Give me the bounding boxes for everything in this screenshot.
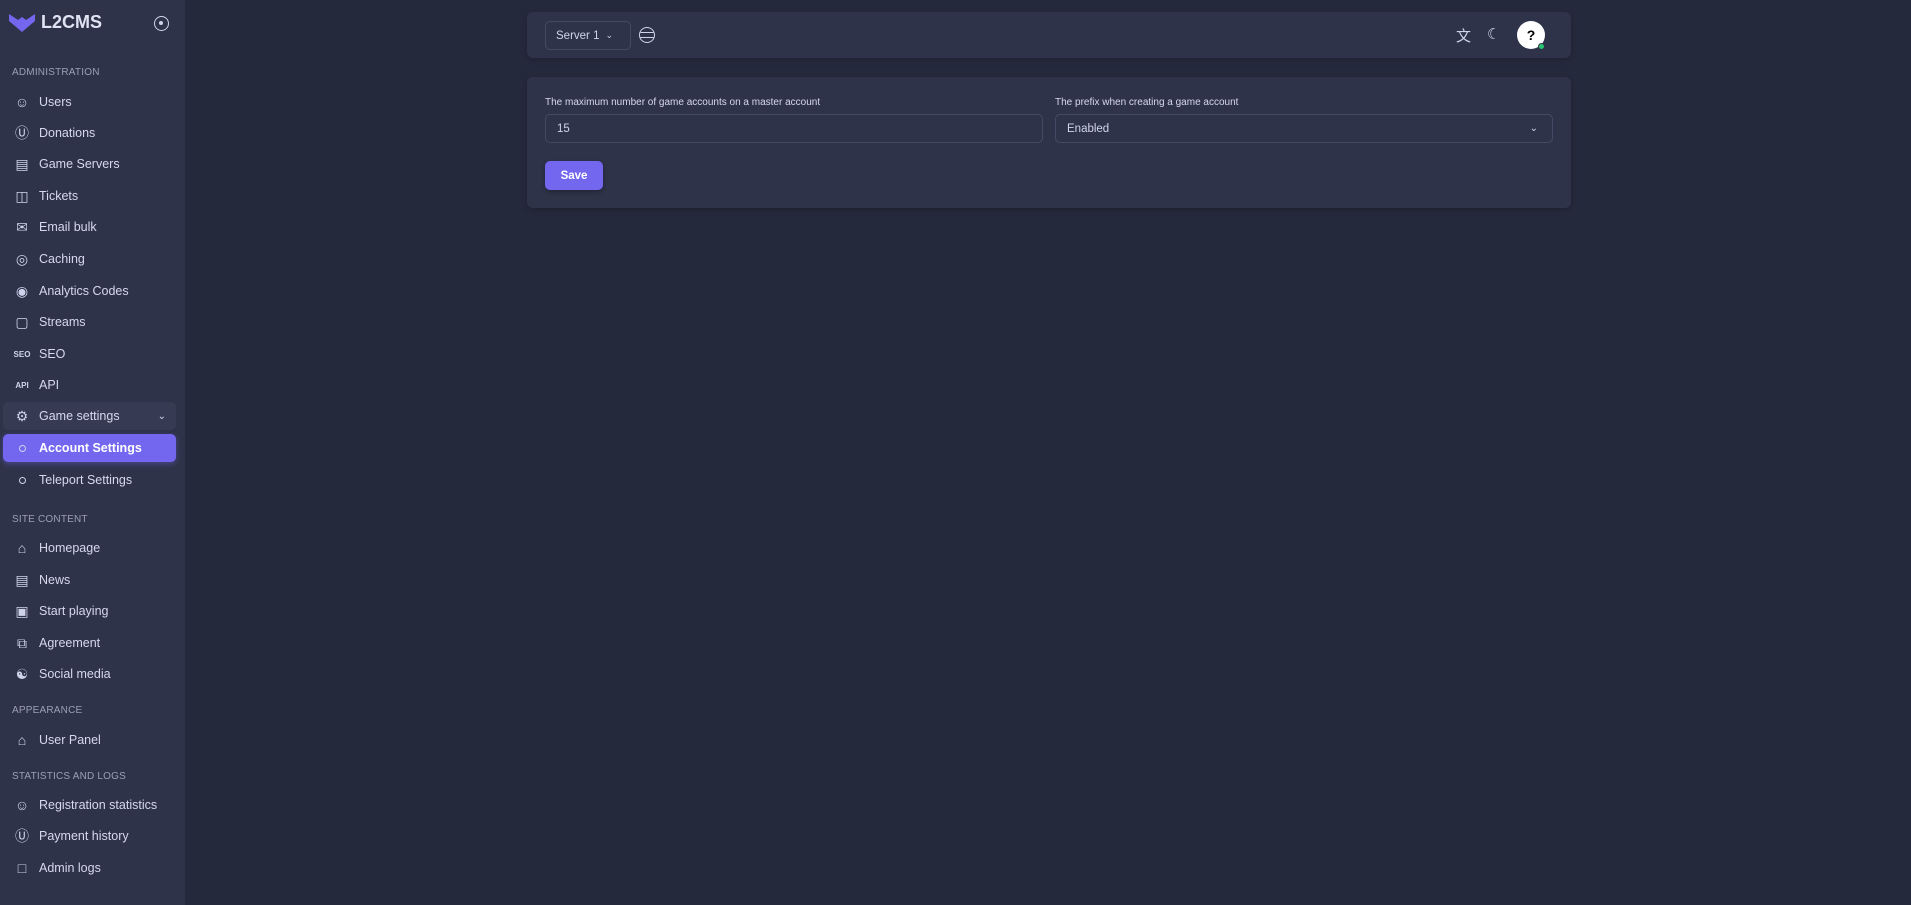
- mail-icon: ✉: [16, 218, 28, 235]
- analytics-icon: ◉: [15, 282, 29, 299]
- sidebar-item-agreement[interactable]: ⧉ Agreement: [3, 629, 176, 657]
- share-icon: ☯: [15, 665, 29, 682]
- sidebar-item-payment-history[interactable]: Ⓤ Payment history: [3, 822, 176, 850]
- sidebar-item-label: Admin logs: [39, 861, 101, 875]
- server-icon: ▤: [15, 155, 29, 172]
- sidebar: L2CMS ADMINISTRATION SITE CONTENT APPEAR…: [0, 0, 185, 905]
- file-icon: □: [17, 860, 27, 876]
- sidebar-item-homepage[interactable]: ⌂ Homepage: [3, 534, 176, 562]
- max-accounts-value: 15: [557, 122, 570, 135]
- sidebar-item-label: Social media: [39, 667, 111, 681]
- sidebar-item-tickets[interactable]: ◫ Tickets: [3, 182, 176, 210]
- prefix-select-value: Enabled: [1067, 122, 1110, 135]
- sidebar-item-seo[interactable]: SEO SEO: [3, 340, 176, 368]
- play-icon: ▣: [15, 602, 29, 619]
- sidebar-item-teleport-settings[interactable]: Teleport Settings: [3, 466, 176, 494]
- moon-icon[interactable]: ☾: [1487, 25, 1500, 43]
- sidebar-item-registration-statistics[interactable]: ☺ Registration statistics: [3, 791, 176, 819]
- sidebar-item-label: Game settings: [39, 409, 120, 423]
- sidebar-item-label: Account Settings: [39, 441, 142, 455]
- sidebar-item-label: News: [39, 573, 71, 587]
- sidebar-item-streams[interactable]: ▢ Streams: [3, 308, 176, 336]
- sidebar-item-analytics-codes[interactable]: ◉ Analytics Codes: [3, 277, 176, 305]
- sidebar-item-label: Payment history: [39, 829, 129, 843]
- user-check-icon: ☺: [14, 797, 30, 813]
- section-site-content: SITE CONTENT: [12, 514, 88, 525]
- sidebar-item-label: Donations: [39, 126, 96, 140]
- logo-icon: [9, 13, 35, 32]
- sidebar-item-start-playing[interactable]: ▣ Start playing: [3, 597, 176, 625]
- sidebar-item-label: Tickets: [39, 189, 79, 203]
- sidebar-item-user-panel[interactable]: ⌂ User Panel: [3, 726, 176, 754]
- sidebar-item-label: Game Servers: [39, 157, 120, 171]
- sidebar-item-email-bulk[interactable]: ✉ Email bulk: [3, 213, 176, 241]
- circle-icon: [14, 472, 30, 488]
- circle-icon: [14, 440, 30, 456]
- sidebar-item-label: Analytics Codes: [39, 284, 129, 298]
- section-statistics: STATISTICS AND LOGS: [12, 771, 127, 782]
- home-icon: ⌂: [17, 540, 27, 556]
- sidebar-item-label: Homepage: [39, 541, 101, 555]
- sidebar-item-label: API: [39, 378, 60, 392]
- save-button[interactable]: Save: [545, 161, 603, 190]
- sidebar-item-label: Users: [39, 95, 72, 109]
- sidebar-item-label: User Panel: [39, 733, 101, 747]
- logo[interactable]: L2CMS: [9, 12, 102, 33]
- sidebar-item-label: Start playing: [39, 604, 109, 618]
- sidebar-item-game-settings[interactable]: ⚙ Game settings ⌄: [3, 402, 176, 430]
- sidebar-item-label: SEO: [39, 347, 66, 361]
- sidebar-item-social-media[interactable]: ☯ Social media: [3, 660, 176, 688]
- server-select-value: Server 1: [556, 29, 600, 42]
- sidebar-item-label: Caching: [39, 252, 85, 266]
- sidebar-item-label: Registration statistics: [39, 798, 158, 812]
- sidebar-item-label: Email bulk: [39, 220, 97, 234]
- translate-icon[interactable]: 文: [1456, 25, 1471, 46]
- sidebar-item-label: Agreement: [39, 636, 101, 650]
- chevron-down-icon: ⌄: [605, 30, 614, 40]
- gear-icon: ⚙: [15, 407, 29, 424]
- sidebar-item-account-settings[interactable]: Account Settings: [3, 434, 176, 462]
- copy-icon: ⧉: [17, 634, 27, 651]
- section-administration: ADMINISTRATION: [12, 67, 100, 78]
- api-icon: API: [15, 380, 29, 390]
- app-name: L2CMS: [41, 12, 103, 32]
- sidebar-item-donations[interactable]: Ⓤ Donations: [3, 119, 176, 147]
- prefix-select[interactable]: Enabled ⌄: [1055, 114, 1553, 143]
- dollar-circle-icon: Ⓤ: [15, 828, 29, 844]
- cache-icon: ◎: [15, 250, 29, 267]
- sidebar-item-api[interactable]: API API: [3, 371, 176, 399]
- seo-icon: SEO: [13, 349, 31, 359]
- server-select[interactable]: Server 1 ⌄: [545, 21, 631, 50]
- max-accounts-input[interactable]: 15: [545, 114, 1043, 143]
- home-icon: ⌂: [17, 732, 27, 748]
- collapse-sidebar-icon[interactable]: [154, 16, 169, 31]
- sidebar-item-users[interactable]: ☺ Users: [3, 88, 176, 116]
- globe-icon[interactable]: [639, 27, 655, 43]
- sidebar-item-label: Teleport Settings: [39, 473, 133, 487]
- sidebar-item-news[interactable]: ▤ News: [3, 566, 176, 594]
- sidebar-item-admin-logs[interactable]: □ Admin logs: [3, 854, 176, 882]
- section-appearance: APPEARANCE: [12, 705, 83, 716]
- online-status-badge: [1538, 43, 1545, 50]
- news-icon: ▤: [15, 571, 29, 588]
- chevron-down-icon: ⌄: [1529, 123, 1538, 134]
- ticket-icon: ◫: [15, 187, 29, 204]
- twitch-icon: ▢: [15, 313, 29, 330]
- users-icon: ☺: [14, 94, 30, 110]
- sidebar-item-label: Streams: [39, 315, 86, 329]
- max-accounts-label: The maximum number of game accounts on a…: [545, 97, 821, 108]
- prefix-label: The prefix when creating a game account: [1055, 97, 1239, 108]
- dollar-circle-icon: Ⓤ: [15, 125, 29, 141]
- chevron-down-icon: ⌄: [157, 410, 166, 422]
- sidebar-item-caching[interactable]: ◎ Caching: [3, 245, 176, 273]
- account-settings-card: The maximum number of game accounts on a…: [527, 77, 1571, 208]
- sidebar-item-game-servers[interactable]: ▤ Game Servers: [3, 150, 176, 178]
- top-bar: Server 1 ⌄ 文 ☾ ?: [527, 12, 1571, 58]
